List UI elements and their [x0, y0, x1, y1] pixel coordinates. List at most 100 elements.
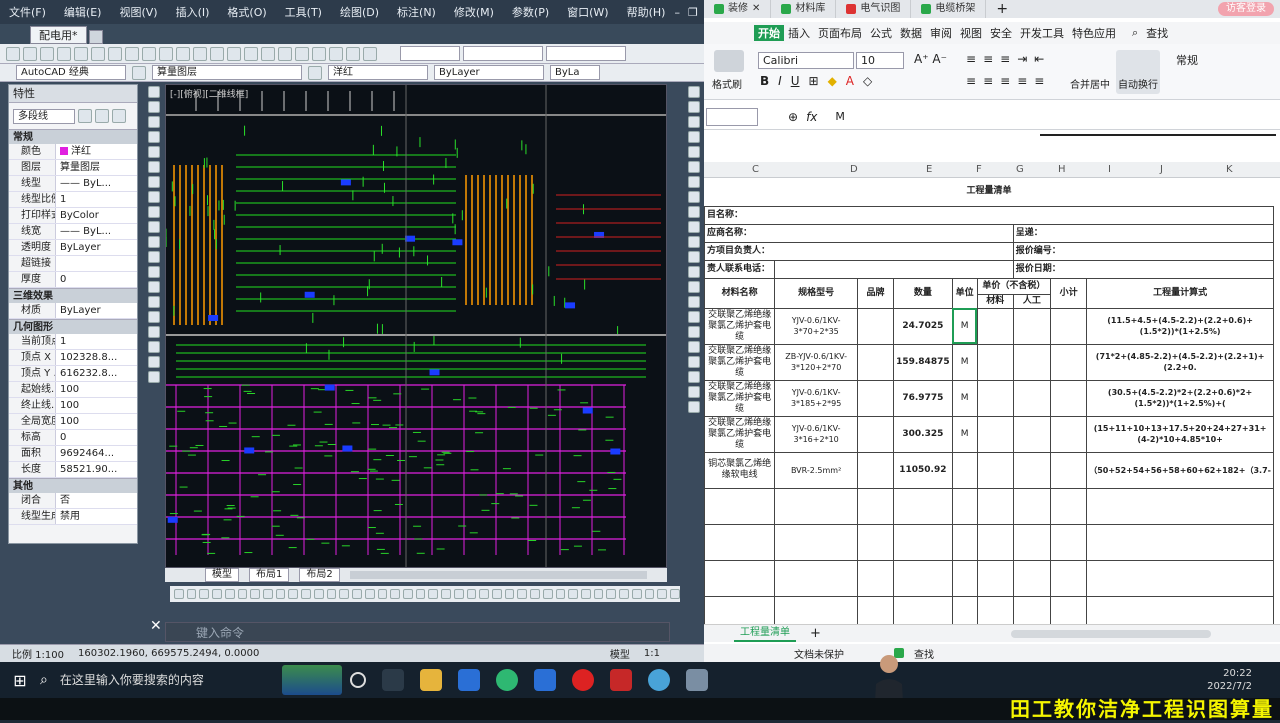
row-brand[interactable] [856, 343, 895, 381]
dim-tool-icon[interactable] [364, 589, 375, 599]
property-value[interactable]: 58521.90... [55, 462, 137, 477]
calc-icon[interactable] [346, 46, 360, 61]
dim-tool-icon[interactable] [301, 589, 311, 599]
dim-tool-icon[interactable] [313, 589, 324, 599]
property-value[interactable]: ByColor [55, 208, 137, 223]
empty-cell[interactable] [703, 559, 776, 597]
layer-combo[interactable]: 算量图层 [152, 65, 302, 80]
recorder-icon[interactable] [571, 669, 594, 691]
property-value[interactable]: 禁用 [55, 509, 137, 524]
doc-tab-decor[interactable]: 装修 ✕ [704, 0, 772, 18]
extend-icon[interactable] [688, 236, 700, 248]
cad-new-tab-icon[interactable] [88, 30, 103, 44]
table-row[interactable]: 铜芯聚氯乙烯绝缘软电线 BVR-2.5mm² 11050.92 （50+52+54+5… [703, 451, 1274, 489]
dim-tool-icon[interactable] [263, 589, 273, 599]
tab-model[interactable]: 模型 [205, 568, 239, 582]
format-painter-label[interactable]: 格式刷 [712, 76, 742, 91]
empty-cell[interactable] [774, 559, 858, 597]
pan-icon[interactable] [193, 46, 207, 61]
dim-tool-icon[interactable] [619, 589, 629, 599]
empty-cell[interactable] [703, 487, 776, 525]
status-model[interactable]: 模型 [610, 646, 630, 661]
open-icon[interactable] [23, 46, 37, 61]
status-scale[interactable]: 比例 1:100 [12, 646, 64, 661]
dim-tool-icon[interactable] [555, 589, 566, 599]
insert-block-icon[interactable] [148, 251, 160, 263]
lineweight-combo[interactable]: ByLa [550, 65, 600, 80]
erase-icon[interactable] [688, 86, 700, 98]
number-format-combo[interactable]: 常规 [1176, 52, 1198, 68]
row-formula[interactable]: (30.5+(4.5-2.2)*2+(2.2+0.6)*2+(1.5*2))*(… [1086, 379, 1274, 417]
property-row[interactable]: 当前顶点1 [9, 334, 137, 350]
section-3d[interactable]: 三维效果 [9, 288, 137, 303]
property-row[interactable]: 线型比例1 [9, 192, 137, 208]
viewport-label[interactable]: [-][俯视][二维线框] [170, 87, 248, 100]
layer-freeze-icon[interactable] [688, 386, 700, 398]
polygon-icon[interactable] [148, 131, 160, 143]
cad-minimize-icon[interactable]: – [674, 6, 688, 19]
italic-icon[interactable]: I [778, 74, 782, 88]
row-labor-price[interactable] [1012, 343, 1052, 381]
ellipse-icon[interactable] [148, 221, 160, 233]
dim-tool-icon[interactable] [670, 589, 680, 599]
property-row[interactable]: 透明度 ByLayer [9, 240, 137, 256]
sheet-set-icon[interactable] [312, 46, 326, 61]
store-icon[interactable] [457, 669, 480, 691]
empty-cell[interactable] [893, 487, 953, 525]
row-spec[interactable]: ZB-YJV-0.6/1KV-3*120+2*70 [774, 343, 858, 381]
property-row[interactable]: 顶点 Y ...616232.8... [9, 366, 137, 382]
cad-menu-tools[interactable]: 工具(T) [276, 4, 331, 20]
offset-icon[interactable] [688, 131, 700, 143]
property-row[interactable]: 标高 0 [9, 430, 137, 446]
indent-icon[interactable]: ⇥ [1017, 52, 1027, 66]
stretch-icon[interactable] [688, 206, 700, 218]
new-tab-icon[interactable]: + [986, 1, 1018, 17]
entity-type-combo[interactable]: 多段线 [13, 108, 75, 124]
search-icon[interactable]: ⌕ [40, 672, 48, 688]
chamfer-icon[interactable] [688, 296, 700, 308]
sheet-grid[interactable]: 工程量清单 目名称： 应商名称： 呈递： 方项目负责人： 报价编号： 责人联系电… [703, 178, 1275, 633]
empty-cell[interactable] [951, 559, 978, 597]
paste-icon[interactable] [125, 46, 139, 61]
align-center-icon[interactable]: ≡ [983, 74, 993, 88]
property-value[interactable]: 100 [55, 414, 137, 429]
property-value[interactable]: —— ByL... [55, 224, 137, 239]
dim-tool-icon[interactable] [275, 589, 286, 599]
contact-value[interactable] [774, 259, 1014, 279]
help-icon[interactable] [363, 46, 377, 61]
file-explorer-icon[interactable] [419, 669, 442, 691]
dim-tool-icon[interactable] [441, 589, 451, 599]
zoom-formula-icon[interactable]: ⊕ [788, 110, 798, 124]
tab-layout2[interactable]: 布局2 [299, 568, 340, 582]
layer-off-icon[interactable] [688, 356, 700, 368]
cad-menu-format[interactable]: 格式(O) [218, 4, 275, 20]
cad-menu-dimension[interactable]: 标注(N) [388, 4, 445, 20]
horizontal-scrollbar[interactable] [1010, 629, 1211, 638]
preview-icon[interactable] [74, 46, 88, 61]
dim-tool-icon[interactable] [593, 589, 604, 599]
dim-tool-icon[interactable] [466, 589, 477, 599]
empty-cell[interactable] [976, 559, 1014, 597]
header-subtotal[interactable]: 小计 [1050, 277, 1088, 309]
row-formula[interactable]: (71*2+(4.85-2.2)+(4.5-2.2)+(2.2+1)+(2.2+… [1086, 343, 1274, 381]
property-value[interactable]: 算量图层 [55, 160, 137, 175]
print-icon[interactable] [57, 46, 71, 61]
header-unit[interactable]: 单位 [951, 277, 978, 309]
row-brand[interactable] [856, 415, 895, 453]
property-value[interactable] [55, 256, 137, 271]
align-left-icon[interactable]: ≡ [966, 74, 976, 88]
row-labor-price[interactable] [1012, 379, 1052, 417]
point-icon[interactable] [148, 281, 160, 293]
row-formula[interactable]: （50+52+54+56+58+60+62+182+（3.7- [1086, 451, 1274, 489]
quick-select-icon[interactable] [112, 109, 126, 123]
taskbar-clock[interactable]: 20:22 2022/7/2 [1207, 667, 1280, 693]
property-value[interactable]: ByLayer [55, 303, 137, 318]
row-spec[interactable]: YJV-0.6/1KV-3*16+2*10 [774, 415, 858, 453]
cad-doc-tab[interactable]: 配电用* [30, 26, 87, 44]
windows-start-icon[interactable]: ⊞ [0, 671, 40, 690]
cortana-icon[interactable] [349, 672, 366, 688]
section-general[interactable]: 常规 [9, 129, 137, 144]
row-brand[interactable] [856, 307, 895, 345]
row-name[interactable]: 铜芯聚氯乙烯绝缘软电线 [703, 451, 776, 489]
row-qty[interactable]: 76.9775 [893, 379, 953, 417]
